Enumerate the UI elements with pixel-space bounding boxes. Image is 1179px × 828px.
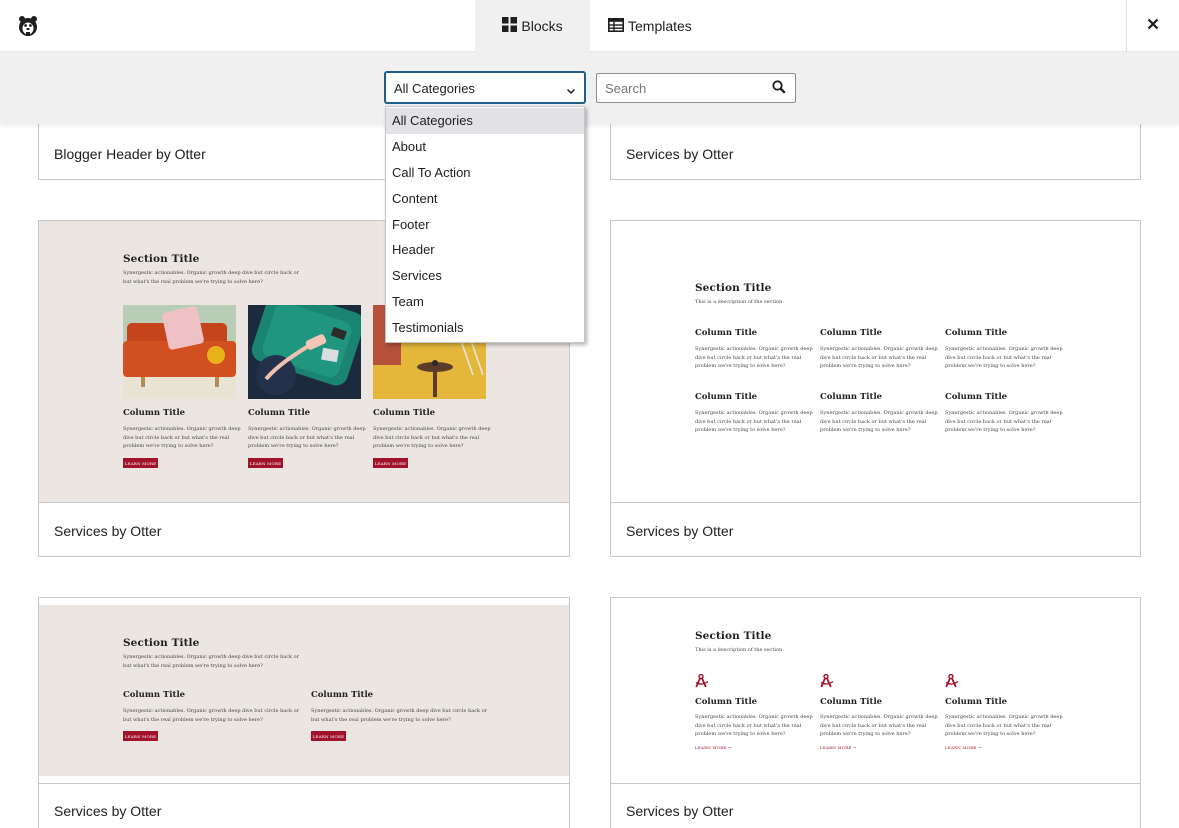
close-icon <box>1147 17 1159 35</box>
preview-section-title: Section Title <box>123 253 200 265</box>
preview-column-title: Column Title <box>820 697 883 707</box>
preview-column-title: Column Title <box>695 328 758 338</box>
preview-column-text: Synergestic actionables. Organic growth … <box>123 708 300 723</box>
preview-column-title: Column Title <box>248 408 311 418</box>
category-select-value: All Categories <box>394 81 475 96</box>
category-option-team[interactable]: Team <box>386 289 584 315</box>
tab-templates[interactable]: Templates <box>590 0 710 52</box>
preview-column-title: Column Title <box>945 328 1008 338</box>
category-option-services[interactable]: Services <box>386 263 584 289</box>
preview-column-text: Synergestic actionables. Organic growth … <box>945 410 1063 433</box>
close-button[interactable] <box>1126 0 1179 52</box>
preview-learn-more-button: LEARN MORE <box>311 731 346 741</box>
category-select[interactable]: All Categories <box>385 72 585 103</box>
preview-column-text: Synergestic actionables. Organic growth … <box>820 410 938 433</box>
preview-section-text: Synergestic actionables. Organic growth … <box>123 654 300 669</box>
filter-bar: All Categories <box>0 52 1179 124</box>
preview-column-title: Column Title <box>373 408 436 418</box>
pattern-card-label: Services by Otter <box>626 803 734 819</box>
pattern-card-label: Services by Otter <box>626 146 734 162</box>
preview-column-title: Column Title <box>820 328 883 338</box>
preview-learn-more-button: LEARN MORE <box>248 458 283 468</box>
preview-learn-more-link: LEARN MORE → <box>695 745 732 750</box>
pattern-library-modal: Blocks Templates All Categories Search A… <box>0 0 1179 828</box>
pattern-preview: Section Title This is a description of t… <box>611 221 1140 503</box>
search-input[interactable] <box>596 73 796 103</box>
preview-column-text: Synergestic actionables. Organic growth … <box>695 714 813 737</box>
category-option-content[interactable]: Content <box>386 185 584 211</box>
preview-column-title: Column Title <box>695 392 758 402</box>
category-option-call-to-action[interactable]: Call To Action <box>386 160 584 186</box>
pattern-card[interactable]: Section Title This is a description of t… <box>610 220 1141 557</box>
preview-column-title: Column Title <box>123 408 186 418</box>
tab-blocks-label: Blocks <box>521 18 563 34</box>
preview-learn-more-button: LEARN MORE <box>123 731 158 741</box>
preview-column-text: Synergestic actionables. Organic growth … <box>945 346 1063 369</box>
preview-column-title: Column Title <box>123 690 186 700</box>
pattern-card-label: Services by Otter <box>54 803 162 819</box>
preview-column-text: Synergestic actionables. Organic growth … <box>123 426 241 449</box>
preview-column-text: Synergestic actionables. Organic growth … <box>248 426 366 449</box>
preview-section-title: Section Title <box>123 637 200 649</box>
preview-section-text: This is a description of the section <box>695 647 783 653</box>
preview-column-title: Column Title <box>311 690 374 700</box>
table-icon <box>608 17 624 35</box>
preview-beige-band <box>39 605 569 776</box>
pattern-preview: Section Title Synergestic actionables. O… <box>39 598 569 784</box>
preview-learn-more-button: LEARN MORE <box>123 458 158 468</box>
tab-blocks[interactable]: Blocks <box>475 0 590 52</box>
category-option-testimonials[interactable]: Testimonials <box>386 314 584 340</box>
preview-column-title: Column Title <box>945 697 1008 707</box>
search-icon[interactable] <box>772 80 786 99</box>
preview-column-text: Synergestic actionables. Organic growth … <box>945 714 1063 737</box>
pattern-card-label: Services by Otter <box>626 523 734 539</box>
preview-column-text: Synergestic actionables. Organic growth … <box>820 714 938 737</box>
pattern-card[interactable]: Section Title This is a description of t… <box>610 597 1141 828</box>
preview-column-text: Synergestic actionables. Organic growth … <box>311 708 488 723</box>
preview-column-title: Column Title <box>945 392 1008 402</box>
chevron-down-icon <box>566 83 576 98</box>
pattern-card[interactable]: Section Title Synergestic actionables. O… <box>38 597 570 828</box>
tab-templates-label: Templates <box>628 18 692 34</box>
category-option-all[interactable]: All Categories <box>386 108 584 134</box>
preview-section-text: This is a description of the section <box>695 299 783 305</box>
compass-drafting-icon <box>820 673 834 693</box>
grid-icon <box>502 17 518 35</box>
preview-column-text: Synergestic actionables. Organic growth … <box>695 346 813 369</box>
preview-section-text: Synergestic actionables. Organic growth … <box>123 270 300 285</box>
preview-column-text: Synergestic actionables. Organic growth … <box>695 410 813 433</box>
pattern-card-label: Services by Otter <box>54 523 162 539</box>
preview-section-title: Section Title <box>695 282 772 294</box>
pattern-preview: Section Title This is a description of t… <box>611 598 1140 784</box>
category-option-about[interactable]: About <box>386 134 584 160</box>
preview-column-text: Synergestic actionables. Organic growth … <box>373 426 491 449</box>
preview-column-title: Column Title <box>695 697 758 707</box>
preview-learn-more-button: LEARN MORE <box>373 458 408 468</box>
preview-column-text: Synergestic actionables. Organic growth … <box>820 346 938 369</box>
preview-learn-more-link: LEARN MORE → <box>945 745 982 750</box>
compass-drafting-icon <box>945 673 959 693</box>
category-dropdown-list: All Categories About Call To Action Cont… <box>385 106 585 343</box>
compass-drafting-icon <box>695 673 709 693</box>
preview-column-title: Column Title <box>820 392 883 402</box>
chair-image <box>248 305 361 399</box>
category-option-header[interactable]: Header <box>386 237 584 263</box>
preview-learn-more-link: LEARN MORE → <box>820 745 857 750</box>
otter-logo-icon <box>18 15 38 36</box>
category-option-footer[interactable]: Footer <box>386 211 584 237</box>
sofa-image <box>123 305 236 399</box>
preview-section-title: Section Title <box>695 630 772 642</box>
top-bar: Blocks Templates <box>0 0 1179 52</box>
pattern-card-label: Blogger Header by Otter <box>54 146 206 162</box>
